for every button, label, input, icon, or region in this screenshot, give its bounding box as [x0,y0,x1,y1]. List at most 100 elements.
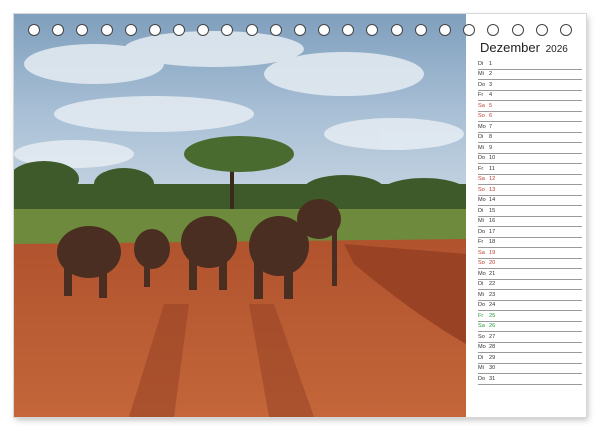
day-number: 4 [489,92,493,98]
weekday-label: Fr [478,92,484,98]
weekday-label: Di [478,281,484,287]
weekday-label: Mo [478,344,486,350]
day-number: 23 [489,291,496,298]
day-number: 31 [489,375,496,382]
weekday-label: Do [478,302,486,308]
binding-ring [342,24,355,36]
binding-ring [197,24,210,36]
weekday-label: Fr [478,239,484,245]
day-row: So 20 [478,259,582,269]
day-number: 8 [489,134,493,140]
elephant-photo [14,14,466,417]
day-number: 19 [489,249,496,256]
calendar-page: Dezember 2026 Di 1 Mi 2 Do 3 Fr 4 Sa 5 So 6 Mo 7 Di 8 Mi… [14,14,586,417]
weekday-label: Mo [478,270,486,277]
weekday-label: Do [478,375,486,382]
day-row: Mi 16 [478,217,582,227]
day-number: 5 [489,102,493,109]
day-row: Fr 25 [478,311,582,322]
binding-ring [390,24,403,36]
binding-ring [148,24,161,36]
day-number: 1 [489,60,493,67]
day-row: Sa 5 [478,101,582,112]
day-number: 27 [489,333,496,340]
day-row: Sa 19 [478,248,582,259]
binding-ring [173,24,186,36]
weekday-label: Do [478,228,486,235]
weekday-label: Di [478,60,484,67]
day-number: 29 [489,354,496,361]
day-number: 24 [489,302,496,308]
day-row: Fr 18 [478,238,582,248]
day-row: Di 15 [478,206,582,217]
binding-ring [269,24,282,36]
weekday-label: Do [478,81,486,88]
day-row: Mi 30 [478,364,582,374]
day-number: 3 [489,81,493,88]
binding-ring [559,24,572,36]
weekday-label: Sa [478,176,485,182]
binding-ring [318,24,331,36]
day-row: Sa 12 [478,175,582,185]
day-number: 25 [489,312,496,319]
photo-illustration [14,14,466,417]
day-row: Mo 7 [478,122,582,133]
weekday-label: Mi [478,218,484,224]
day-row: Mo 28 [478,343,582,353]
day-row: So 6 [478,112,582,122]
weekday-label: Mi [478,71,484,77]
weekday-label: Sa [478,323,485,329]
day-row: Mi 2 [478,70,582,80]
binding-ring [100,24,113,36]
day-row: Fr 4 [478,91,582,101]
binding-ring [245,24,258,36]
day-row: Sa 26 [478,322,582,332]
day-number: 17 [489,228,496,235]
day-number: 10 [489,155,496,161]
year: 2026 [545,44,568,55]
weekday-label: Mo [478,197,486,203]
weekday-label: So [478,186,485,193]
day-number: 22 [489,281,496,287]
day-number: 21 [489,270,496,277]
day-number: 6 [489,113,493,119]
day-number: 26 [489,323,496,329]
calendar-panel: Dezember 2026 Di 1 Mi 2 Do 3 Fr 4 Sa 5 So 6 Mo 7 Di 8 Mi… [470,14,586,417]
weekday-label: So [478,333,485,340]
day-row: So 13 [478,185,582,196]
day-row: Di 22 [478,280,582,290]
day-number: 14 [489,197,496,203]
binding-ring [293,24,306,36]
binding-ring [511,24,524,36]
day-row: Mi 23 [478,290,582,301]
day-row: Do 17 [478,227,582,238]
binding-ring [124,24,137,36]
day-number: 15 [489,207,496,214]
binding-ring [439,24,451,36]
day-number: 28 [489,344,496,350]
binding-ring [52,24,65,36]
weekday-label: Di [478,354,484,361]
weekday-label: Mo [478,123,486,130]
weekday-label: So [478,113,485,119]
day-number: 11 [489,165,495,172]
weekday-label: Mi [478,291,484,298]
binding-ring [28,24,41,36]
day-number: 18 [489,239,496,245]
weekday-label: Sa [478,249,485,256]
day-row: Mo 21 [478,269,582,280]
weekday-label: Mi [478,365,484,371]
weekday-label: Mi [478,144,484,151]
day-row: Di 29 [478,353,582,364]
day-row: Do 31 [478,374,582,385]
day-number: 2 [489,71,493,77]
day-number: 30 [489,365,496,371]
day-number: 16 [489,218,496,224]
weekday-label: Fr [478,312,484,319]
day-number: 20 [489,260,496,266]
weekday-label: Do [478,155,486,161]
binding-ring [487,24,500,36]
day-number: 13 [489,186,496,193]
day-row: Mi 9 [478,143,582,154]
day-row: Mo 14 [478,196,582,206]
